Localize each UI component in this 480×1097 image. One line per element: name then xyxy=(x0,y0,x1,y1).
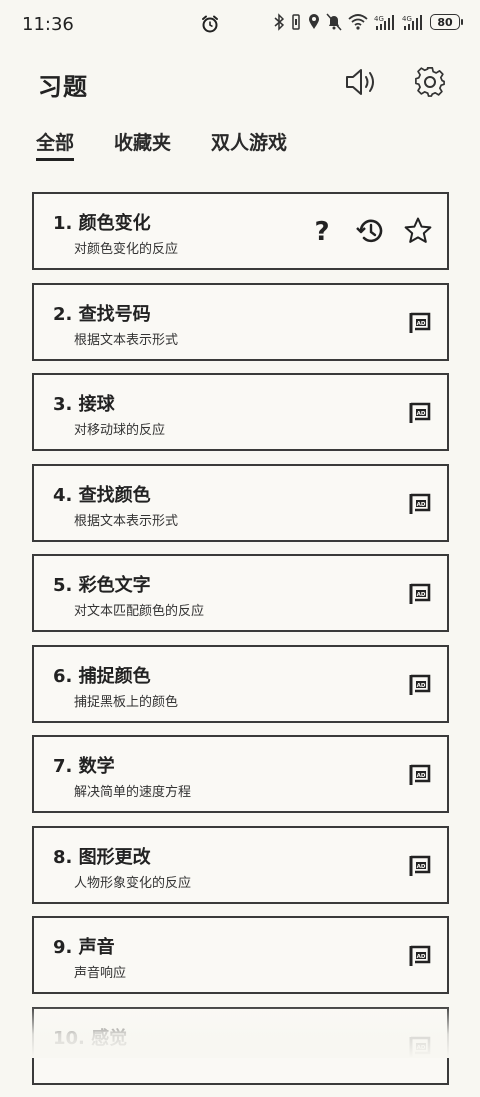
exercise-subtitle: 解决简单的速度方程 xyxy=(74,785,192,800)
ad-icon: AD xyxy=(409,401,431,429)
history-icon[interactable] xyxy=(355,216,385,246)
status-bar: 11:36 4G 4G 80 xyxy=(0,0,480,50)
ad-icon: AD xyxy=(409,944,431,972)
svg-text:AD: AD xyxy=(417,773,426,779)
status-icons: 4G 4G 80 xyxy=(274,13,463,31)
exercise-card-find-color[interactable]: 4. 查找颜色 根据文本表示形式 AD xyxy=(32,463,449,542)
ad-icon: AD xyxy=(409,492,431,520)
star-icon[interactable] xyxy=(403,216,433,246)
wifi-icon xyxy=(348,13,368,31)
tab-two-player[interactable]: 双人游戏 xyxy=(211,128,287,161)
exercise-title: 3. 接球 xyxy=(53,394,115,415)
exercise-subtitle: 人物形象变化的反应 xyxy=(74,875,192,891)
ad-icon: AD xyxy=(409,763,431,791)
exercise-title: 1. 颜色变化 xyxy=(53,213,151,234)
signal-4g-icon: 4G xyxy=(374,13,396,31)
svg-text:AD: AD xyxy=(417,864,426,870)
battery-indicator: 80 xyxy=(430,14,463,30)
exercise-subtitle: 捕捉黑板上的颜色 xyxy=(74,694,179,710)
exercise-subtitle: 对文本匹配颜色的反应 xyxy=(74,604,205,619)
exercise-title: 9. 声音 xyxy=(53,937,115,958)
ad-icon: AD xyxy=(409,582,431,610)
exercise-card-feeling[interactable]: 10. 感觉 AD xyxy=(32,1006,449,1085)
exercise-card-find-number[interactable]: 2. 查找号码 根据文本表示形式 AD xyxy=(32,282,449,361)
svg-text:AD: AD xyxy=(417,683,426,689)
exercise-subtitle: 声音响应 xyxy=(74,966,127,981)
svg-text:AD: AD xyxy=(417,1045,426,1051)
mute-notification-icon xyxy=(326,13,342,31)
exercise-card-color-change[interactable]: 1. 颜色变化 对颜色变化的反应 ? xyxy=(32,192,449,270)
card-actions: ? xyxy=(307,216,433,247)
exercise-title: 2. 查找号码 xyxy=(53,303,151,325)
battery-level: 80 xyxy=(437,15,453,29)
svg-text:AD: AD xyxy=(417,502,426,508)
exercise-title: 4. 查找颜色 xyxy=(53,484,151,506)
alarm-icon xyxy=(200,14,220,38)
exercise-title: 6. 捕捉颜色 xyxy=(53,665,151,687)
exercise-subtitle: 对颜色变化的反应 xyxy=(74,242,179,257)
tab-all[interactable]: 全部 xyxy=(36,128,75,161)
ad-icon: AD xyxy=(409,1035,431,1063)
exercise-title: 5. 彩色文字 xyxy=(53,575,151,596)
status-time: 11:36 xyxy=(22,14,74,35)
exercise-subtitle: 根据文本表示形式 xyxy=(74,513,179,529)
exercise-title: 7. 数学 xyxy=(53,756,115,777)
exercise-title: 10. 感觉 xyxy=(53,1027,128,1049)
exercise-title: 8. 图形更改 xyxy=(53,846,151,868)
vibrate-icon xyxy=(290,13,302,31)
gear-icon[interactable] xyxy=(414,66,446,98)
exercise-list: 1. 颜色变化 对颜色变化的反应 ? 2. 查找号码 根据文本表示形式 AD 3… xyxy=(32,192,449,1097)
exercise-card-math[interactable]: 7. 数学 解决简单的速度方程 AD xyxy=(32,735,449,813)
help-icon[interactable]: ? xyxy=(307,216,337,247)
exercise-subtitle: 对移动球的反应 xyxy=(74,423,166,438)
speaker-icon[interactable] xyxy=(344,67,380,97)
exercise-card-catch-ball[interactable]: 3. 接球 对移动球的反应 AD xyxy=(32,373,449,451)
svg-text:AD: AD xyxy=(417,954,426,960)
ad-icon: AD xyxy=(409,311,431,339)
tab-bar: 全部 收藏夹 双人游戏 xyxy=(36,128,287,161)
svg-text:4G: 4G xyxy=(402,15,412,23)
exercise-subtitle: 根据文本表示形式 xyxy=(74,332,179,348)
tab-favorites[interactable]: 收藏夹 xyxy=(114,128,171,161)
ad-icon: AD xyxy=(409,854,431,882)
svg-text:AD: AD xyxy=(417,592,426,598)
exercise-card-capture-color[interactable]: 6. 捕捉颜色 捕捉黑板上的颜色 AD xyxy=(32,644,449,723)
signal-4g-icon-2: 4G xyxy=(402,13,424,31)
svg-text:?: ? xyxy=(314,217,329,246)
location-icon xyxy=(308,13,320,31)
svg-text:4G: 4G xyxy=(374,15,384,23)
exercise-card-colored-text[interactable]: 5. 彩色文字 对文本匹配颜色的反应 AD xyxy=(32,554,449,632)
exercise-card-sound[interactable]: 9. 声音 声音响应 AD xyxy=(32,916,449,994)
bluetooth-icon xyxy=(274,13,284,31)
svg-text:AD: AD xyxy=(417,321,426,327)
ad-icon: AD xyxy=(409,673,431,701)
header: 习题 xyxy=(0,55,480,115)
svg-text:AD: AD xyxy=(417,411,426,417)
exercise-card-shape-change[interactable]: 8. 图形更改 人物形象变化的反应 AD xyxy=(32,825,449,904)
page-title: 习题 xyxy=(38,73,88,101)
